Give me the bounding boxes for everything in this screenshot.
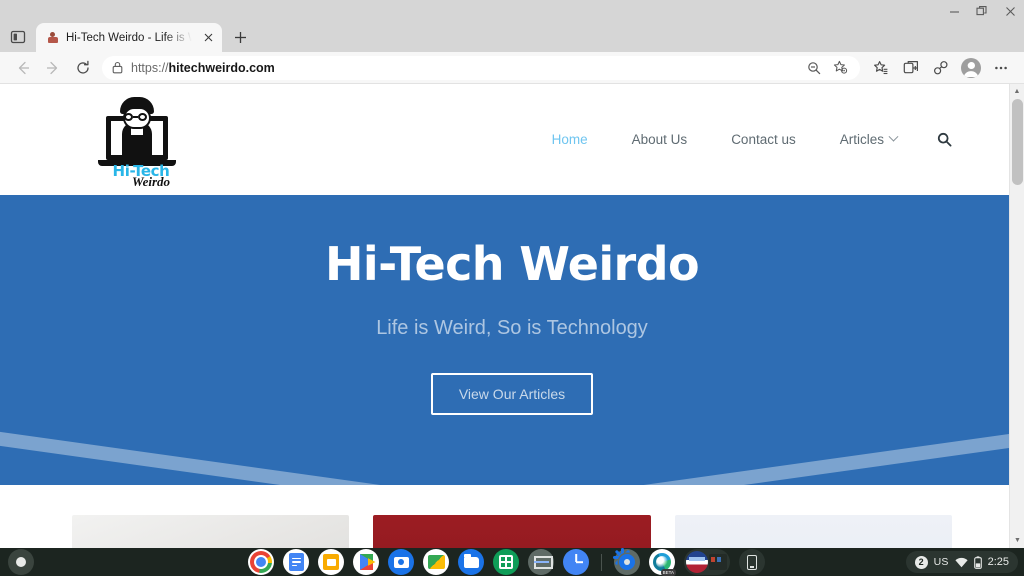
shelf-app-photos[interactable] — [423, 549, 449, 575]
shelf-app-scan[interactable] — [528, 549, 554, 575]
zoom-out-icon[interactable] — [802, 57, 826, 79]
shelf-app-files[interactable] — [458, 549, 484, 575]
shelf-app-clock[interactable] — [563, 549, 589, 575]
shelf-app-list: BETA — [248, 547, 765, 576]
scrollbar-thumb[interactable] — [1012, 99, 1023, 185]
nav-item-home[interactable]: Home — [530, 132, 610, 147]
browser-toolbar: https://hitechweirdo.com — [0, 52, 1024, 84]
browser-tab[interactable]: Hi-Tech Weirdo - Life is W — [36, 23, 222, 52]
lock-icon — [112, 61, 123, 74]
chevron-down-icon — [888, 131, 899, 142]
notification-count-badge[interactable]: 2 — [914, 555, 928, 569]
article-card-1[interactable] — [72, 515, 350, 548]
favorite-settings-icon[interactable] — [828, 57, 852, 79]
window-close-button[interactable] — [996, 0, 1024, 22]
profile-avatar[interactable] — [956, 54, 986, 82]
shelf-app-docs[interactable] — [283, 549, 309, 575]
url-host: hitechweirdo.com — [168, 60, 275, 75]
shelf-app-sheets[interactable] — [493, 549, 519, 575]
article-card-row — [0, 485, 1024, 548]
window-titlebar — [0, 0, 1024, 22]
tab-title: Hi-Tech Weirdo - Life is W — [66, 31, 193, 44]
address-bar[interactable]: https://hitechweirdo.com — [102, 55, 860, 80]
collections-icon[interactable] — [866, 54, 896, 82]
hero-tagline: Life is Weird, So is Technology — [376, 317, 648, 339]
url-text: https://hitechweirdo.com — [131, 61, 275, 75]
battery-icon[interactable] — [973, 555, 982, 569]
nav-item-about-us[interactable]: About Us — [610, 132, 710, 147]
window-restore-button[interactable] — [968, 0, 996, 22]
hero-title: Hi-Tech Weirdo — [325, 237, 700, 291]
tab-close-icon[interactable] — [200, 30, 216, 46]
wifi-icon[interactable] — [954, 557, 968, 568]
site-nav: Home About Us Contact us Articles — [530, 84, 966, 195]
split-screen-icon[interactable] — [896, 54, 926, 82]
shelf-screenshot-thumbnail[interactable] — [684, 549, 730, 575]
site-logo[interactable]: Hi-Tech Weirdo — [98, 94, 182, 189]
view-our-articles-button[interactable]: View Our Articles — [430, 373, 594, 415]
shelf-app-phone-hub[interactable] — [739, 549, 765, 575]
keyboard-layout-label[interactable]: US — [934, 556, 949, 568]
tab-strip: Hi-Tech Weirdo - Life is W — [0, 22, 1024, 52]
shelf-divider — [601, 553, 602, 571]
window-minimize-button[interactable] — [940, 0, 968, 22]
clock-time[interactable]: 2:25 — [988, 556, 1009, 568]
reload-icon[interactable] — [68, 54, 98, 82]
hero-section: Hi-Tech Weirdo Life is Weird, So is Tech… — [0, 195, 1024, 485]
more-options-icon[interactable] — [986, 54, 1016, 82]
shelf-app-edge[interactable]: BETA — [649, 549, 676, 576]
edge-beta-badge: BETA — [660, 569, 676, 576]
site-header: Hi-Tech Weirdo Home About Us Contact us … — [0, 84, 1024, 195]
launcher-button[interactable] — [8, 549, 34, 575]
site-favicon — [46, 31, 59, 44]
browser-essentials-icon[interactable] — [926, 54, 956, 82]
nav-item-articles-label: Articles — [839, 132, 884, 147]
url-scheme: https:// — [131, 60, 169, 75]
scroll-down-icon[interactable]: ▼ — [1010, 533, 1024, 548]
shelf-app-settings[interactable] — [612, 547, 640, 575]
chromeos-shelf: BETA 2 US 2:25 — [0, 547, 1024, 576]
shelf-app-play-store[interactable] — [353, 549, 379, 575]
shelf-app-chrome[interactable] — [248, 549, 274, 575]
shelf-app-slides[interactable] — [318, 549, 344, 575]
status-tray[interactable]: 2 US 2:25 — [905, 551, 1018, 573]
article-card-2[interactable] — [373, 515, 651, 548]
back-arrow-icon[interactable] — [8, 54, 38, 82]
nav-item-contact-us[interactable]: Contact us — [709, 132, 818, 147]
logo-text-secondary: Weirdo — [131, 174, 171, 189]
search-icon[interactable] — [919, 132, 966, 147]
new-tab-button[interactable] — [226, 23, 254, 51]
forward-arrow-icon[interactable] — [38, 54, 68, 82]
article-card-3[interactable] — [674, 515, 952, 548]
omnibox-actions — [802, 57, 852, 79]
chromeos-desktop: Hi-Tech Weirdo - Life is W https://hitec… — [0, 0, 1024, 576]
page-viewport: Hi-Tech Weirdo Home About Us Contact us … — [0, 84, 1024, 548]
scroll-up-icon[interactable]: ▲ — [1010, 84, 1024, 99]
shelf-app-camera[interactable] — [388, 549, 414, 575]
page-scrollbar[interactable]: ▲ ▼ — [1009, 84, 1024, 548]
nav-item-articles[interactable]: Articles — [818, 131, 919, 147]
tab-list-icon[interactable] — [0, 22, 36, 52]
